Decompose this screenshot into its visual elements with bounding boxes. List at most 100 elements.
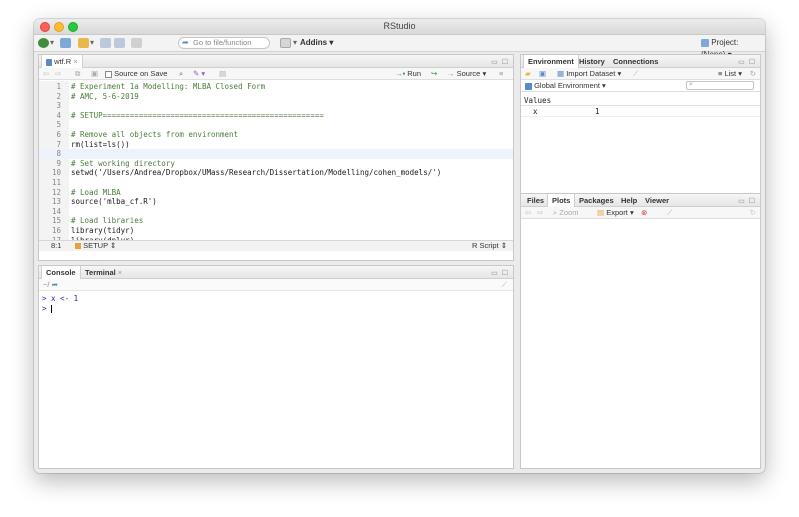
save-icon[interactable] xyxy=(100,38,111,48)
addins-menu[interactable]: Addins ▾ xyxy=(300,37,333,49)
zoom-button[interactable]: ⌕ Zoom xyxy=(553,208,578,218)
refresh-icon[interactable]: ↻ xyxy=(750,69,756,79)
source-on-save-checkbox[interactable]: Source on Save xyxy=(105,69,167,79)
export-label: Export xyxy=(606,208,628,217)
code-line[interactable]: 11 xyxy=(39,178,513,188)
code-line[interactable]: 8 xyxy=(39,149,513,159)
tab-plots[interactable]: Plots xyxy=(547,194,576,208)
tab-connections[interactable]: Connections xyxy=(609,55,662,68)
new-project-icon[interactable] xyxy=(60,38,71,48)
code-line[interactable]: 3 xyxy=(39,101,513,111)
compile-report-icon[interactable]: ▤ xyxy=(219,69,226,79)
console-line: > x <- 1 xyxy=(42,294,79,303)
code-line[interactable]: 13 source('mlba_cf.R') xyxy=(39,197,513,207)
code-line[interactable]: 15 # Load libraries xyxy=(39,216,513,226)
files-minmax-icon[interactable]: ▭ ☐ xyxy=(738,197,756,205)
line-number: 7 xyxy=(56,139,61,149)
section-navigator[interactable]: SETUP ⇕ xyxy=(75,241,116,251)
run-button[interactable]: →▪ Run xyxy=(395,69,421,79)
code-line[interactable]: 1 # Experiment 1a Modelling: MLBA Closed … xyxy=(39,82,513,92)
tab-console[interactable]: Console xyxy=(41,266,81,280)
tab-file-wtf-r[interactable]: wtf.R × xyxy=(41,55,83,69)
code-text: # Remove all objects from environment xyxy=(71,130,239,139)
code-line[interactable]: 10 setwd('/Users/Andrea/Dropbox/UMass/Res… xyxy=(39,168,513,178)
code-tools-wand-icon[interactable]: ✎ ▾ xyxy=(193,69,205,79)
go-to-file-input[interactable]: ➦ Go to file/function xyxy=(178,37,270,49)
environment-search-input[interactable]: ⌕ xyxy=(686,81,754,90)
next-plot-icon[interactable]: ⇨ xyxy=(537,208,543,218)
code-text: setwd('/Users/Andrea/Dropbox/UMass/Resea… xyxy=(71,168,442,178)
show-in-window-icon[interactable]: ⧉ xyxy=(75,69,80,79)
forward-arrow-icon[interactable]: ⇨ xyxy=(55,69,61,79)
code-editor[interactable]: 1 # Experiment 1a Modelling: MLBA Closed … xyxy=(39,81,513,240)
tab-viewer[interactable]: Viewer xyxy=(641,194,673,207)
project-icon xyxy=(701,38,709,47)
back-arrow-icon[interactable]: ⇦ xyxy=(43,69,49,79)
source-arrow-icon: → xyxy=(447,69,455,78)
clear-console-broom-icon[interactable]: ⟋ xyxy=(502,280,507,290)
tab-terminal[interactable]: Terminal × xyxy=(81,266,126,279)
tab-history[interactable]: History xyxy=(575,55,609,68)
code-line[interactable]: 5 xyxy=(39,120,513,130)
code-line[interactable]: 2 # AMC, 5-6-2019 xyxy=(39,92,513,102)
console-prompt[interactable]: > xyxy=(42,304,78,314)
clear-plots-broom-icon[interactable]: ⟋ xyxy=(667,208,672,218)
r-file-icon xyxy=(46,58,52,66)
tab-help[interactable]: Help xyxy=(617,194,641,207)
open-file-dropdown-icon[interactable]: ▾ xyxy=(90,37,94,49)
save-all-icon[interactable] xyxy=(114,38,125,48)
code-line[interactable]: 6 # Remove all objects from environment xyxy=(39,130,513,140)
plot-area xyxy=(521,220,760,468)
outline-icon[interactable]: ≡ xyxy=(499,69,503,79)
import-dataset-button[interactable]: ▦ Import Dataset ▾ xyxy=(557,69,621,79)
code-line[interactable]: 4 # SETUP================================… xyxy=(39,111,513,121)
save-workspace-icon[interactable]: ▣ xyxy=(539,69,546,79)
load-workspace-icon[interactable]: ▰ xyxy=(525,69,531,79)
source-button[interactable]: → Source ▾ xyxy=(447,69,486,79)
panes-dropdown-icon[interactable]: ▾ xyxy=(293,37,297,49)
remove-plot-icon[interactable]: ⊗ xyxy=(641,208,647,218)
new-file-icon[interactable] xyxy=(38,38,49,48)
console-minmax-icon[interactable]: ▭ ☐ xyxy=(491,269,509,277)
workspace-panes-icon[interactable] xyxy=(280,38,291,48)
code-line[interactable]: 16 library(tidyr) xyxy=(39,226,513,236)
editor-status-bar: 8:1 SETUP ⇕ R Script ⇕ xyxy=(39,240,513,251)
project-menu[interactable]: Project: (None) ▾ xyxy=(701,37,765,59)
code-line[interactable]: 7 rm(list=ls()) xyxy=(39,140,513,150)
tab-files[interactable]: Files xyxy=(523,194,548,207)
go-to-dir-icon[interactable]: ➦ xyxy=(52,280,58,289)
line-number: 16 xyxy=(51,226,61,235)
export-icon: ▤ xyxy=(597,208,605,217)
table-row[interactable]: x 1 xyxy=(521,106,760,117)
tab-packages[interactable]: Packages xyxy=(575,194,618,207)
search-icon[interactable]: ⌕ xyxy=(179,69,183,79)
close-tab-icon[interactable]: × xyxy=(73,57,77,66)
main-toolbar: ▾ ▾ ➦ Go to file/function ▾ Addins ▾ Pro… xyxy=(34,35,765,59)
file-type-selector[interactable]: R Script ⇕ xyxy=(472,241,507,251)
refresh-plots-icon[interactable]: ↻ xyxy=(750,208,756,218)
print-icon[interactable] xyxy=(131,38,142,48)
line-number: 11 xyxy=(51,178,61,187)
code-line[interactable]: 12 # Load MLBA xyxy=(39,188,513,198)
open-file-icon[interactable] xyxy=(78,38,89,48)
file-tab-label: wtf.R xyxy=(54,57,72,66)
previous-plot-icon[interactable]: ⇦ xyxy=(525,208,531,218)
code-line[interactable]: 14 xyxy=(39,207,513,217)
pane-minmax-icon[interactable]: ▭ ☐ xyxy=(491,58,509,66)
save-file-icon[interactable]: ▣ xyxy=(91,69,98,79)
close-terminal-icon[interactable]: × xyxy=(118,268,122,277)
variable-name: x xyxy=(533,107,538,116)
console-output[interactable]: > x <- 1 > xyxy=(42,294,78,313)
code-line[interactable]: 9 # Set working directory xyxy=(39,159,513,169)
view-mode-selector[interactable]: ≡ List ▾ xyxy=(718,69,742,79)
rerun-icon[interactable]: ↪ xyxy=(431,69,437,79)
export-menu[interactable]: ▤ Export ▾ xyxy=(597,208,634,218)
line-number: 12 xyxy=(51,187,61,197)
run-label: Run xyxy=(407,69,422,78)
plots-toolbar: ⇦ ⇨ ⌕ Zoom ▤ Export ▾ ⊗ ⟋ ↻ xyxy=(521,207,760,219)
tab-environment[interactable]: Environment xyxy=(523,55,579,69)
new-file-dropdown-icon[interactable]: ▾ xyxy=(50,37,54,49)
global-environment-selector[interactable]: Global Environment ▾ xyxy=(525,81,606,91)
env-minmax-icon[interactable]: ▭ ☐ xyxy=(738,58,756,66)
clear-environment-broom-icon[interactable]: ⟋ xyxy=(633,69,638,79)
